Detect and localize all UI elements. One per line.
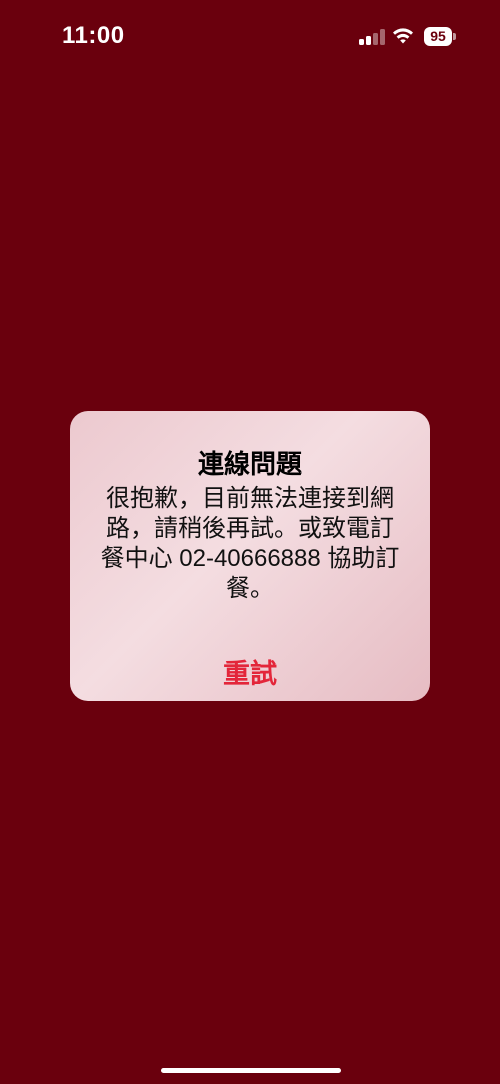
battery-cap [453,33,456,40]
cellular-signal-icon [359,29,385,45]
battery-level: 95 [424,27,452,46]
status-time: 11:00 [62,22,125,49]
alert-title: 連線問題 [197,449,302,479]
connection-error-alert: 連線問題 很抱歉，目前無法連接到網路，請稍後再試。或致電訂餐中心 02-4066… [70,411,430,701]
battery-icon: 95 [424,27,456,47]
app-screen: 11:00 95 連線問題 很抱歉，目前無法連接到網路，請稍後再試。或致電訂餐中… [0,0,500,1084]
alert-message: 很抱歉，目前無法連接到網路，請稍後再試。或致電訂餐中心 02-40666888 … [100,485,400,602]
wifi-icon [391,26,415,46]
retry-button[interactable]: 重試 [70,657,430,691]
home-indicator[interactable] [161,1068,341,1073]
status-bar: 11:00 95 [0,0,500,76]
